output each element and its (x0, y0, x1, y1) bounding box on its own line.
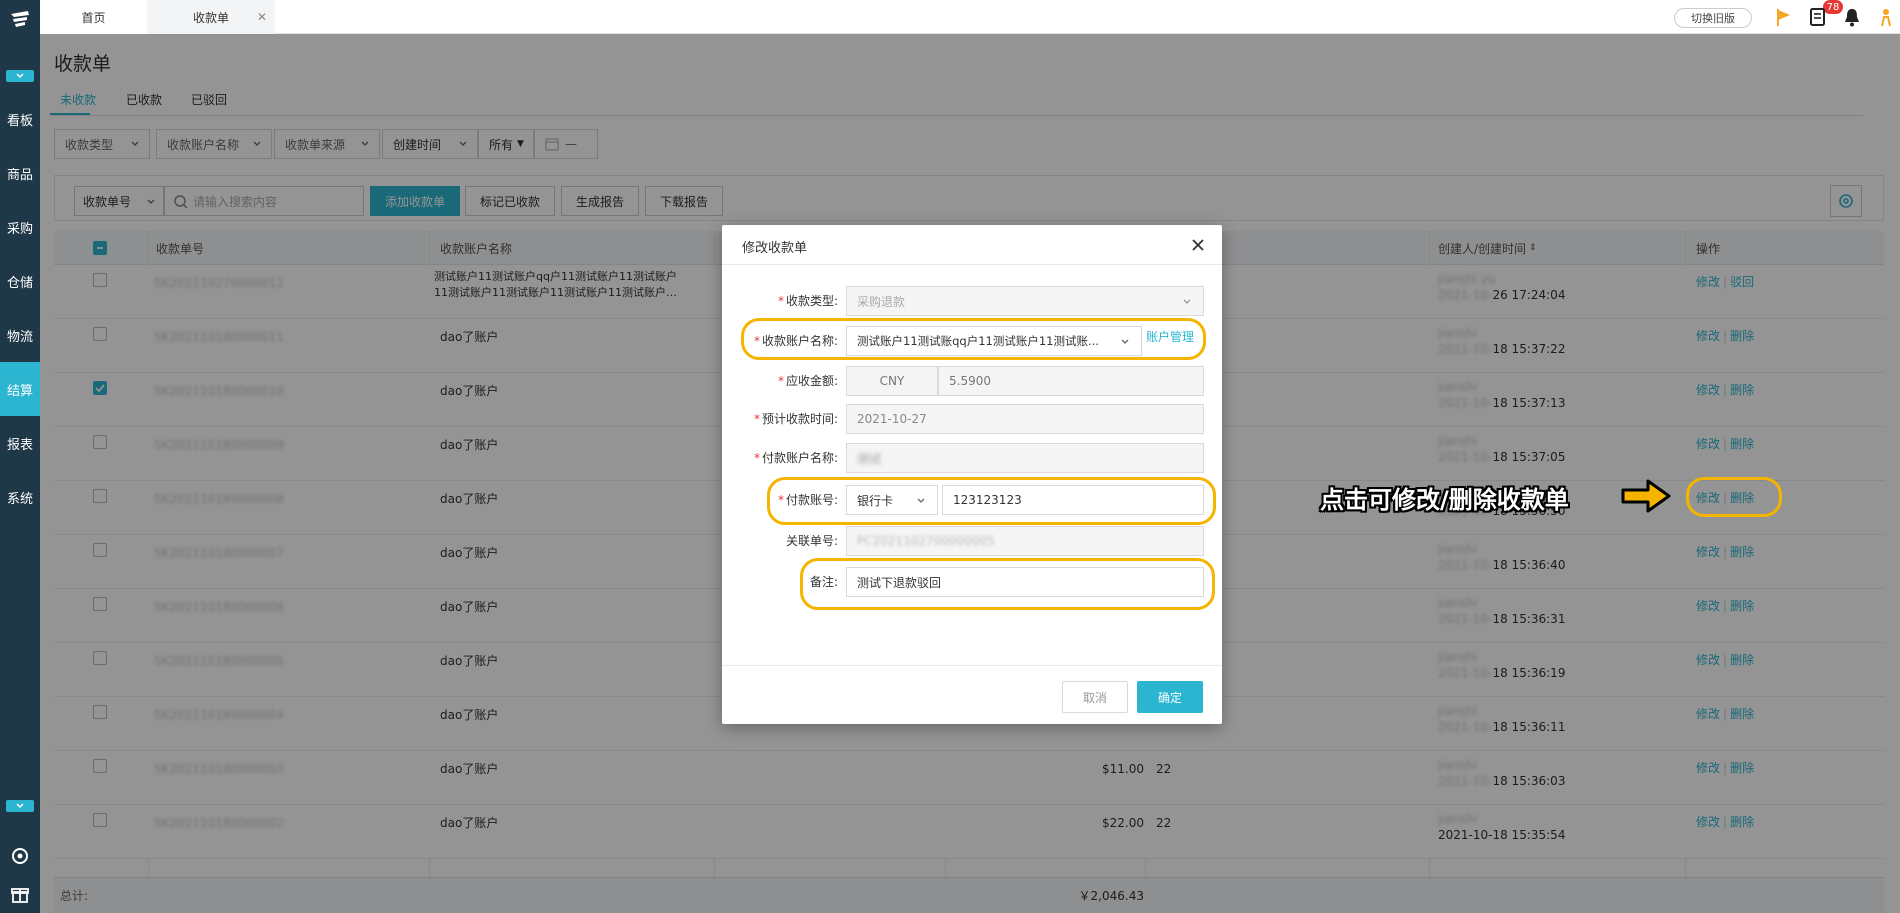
amount-label: * 应收金额: (777, 374, 838, 388)
sidebar-item-purchase[interactable]: 采购 (0, 200, 40, 254)
payer-name-value: 测试 (857, 451, 882, 466)
annotation-text: 点击可修改/删除收款单 (1320, 486, 1569, 514)
sidebar-item-system[interactable]: 系统 (0, 470, 40, 524)
payer-label: * 付款账户名称: (753, 451, 838, 465)
highlight-remark-field (800, 558, 1215, 610)
cancel-button[interactable]: 取消 (1062, 681, 1128, 713)
chevron-down-icon (16, 803, 24, 809)
arrow-right-icon (1621, 479, 1671, 513)
tab-receipts[interactable]: 收款单 ✕ (147, 0, 275, 34)
related-order-input: PC2021102700000005 (846, 526, 1204, 556)
close-icon[interactable] (1190, 237, 1206, 253)
chevron-down-icon (1183, 299, 1191, 304)
highlight-account-field (741, 318, 1206, 360)
highlight-payer-account-field (767, 477, 1216, 525)
user-icon[interactable] (1875, 6, 1897, 28)
type-label: * 收款类型: (777, 294, 838, 308)
confirm-button[interactable]: 确定 (1137, 681, 1203, 713)
type-label-text: 收款类型: (785, 294, 838, 308)
dialog-header: 修改收款单 (722, 225, 1222, 265)
amount-input: 5.5900 (938, 366, 1204, 396)
amount-label-text: 应收金额: (785, 374, 838, 388)
payer-name-input: 测试 (846, 443, 1204, 473)
related-label: 关联单号: (786, 532, 838, 549)
sidebar-item-logistics[interactable]: 物流 (0, 308, 40, 362)
edit-receipt-dialog: 修改收款单 * 收款类型: 采购退款 * 收款账户名称: 测试账户11测试账qq户1… (722, 225, 1222, 724)
logo-icon (11, 11, 29, 27)
tab-home[interactable]: 首页 (40, 0, 147, 34)
dialog-footer-divider (722, 665, 1222, 666)
receipt-type-value: 采购退款 (857, 294, 906, 309)
expected-date-input: 2021-10-27 (846, 404, 1204, 434)
tab-receipts-label: 收款单 (192, 10, 229, 25)
related-label-text: 关联单号: (785, 534, 838, 548)
gift-icon[interactable] (10, 884, 30, 904)
sidebar-item-settlement[interactable]: 结算 (0, 362, 40, 416)
payer-label-text: 付款账户名称: (761, 451, 838, 465)
flag-icon[interactable] (1773, 6, 1795, 28)
sidebar: 看板 商品 采购 仓储 物流 结算 报表 系统 (0, 0, 40, 913)
dialog-title: 修改收款单 (742, 241, 808, 256)
support-icon[interactable] (10, 846, 30, 866)
receipt-type-select: 采购退款 (846, 286, 1204, 316)
related-order-value: PC2021102700000005 (857, 534, 995, 548)
date-label: * 预计收款时间: (753, 412, 838, 426)
sidebar-item-dashboard[interactable]: 看板 (0, 92, 40, 146)
switch-old-version-button[interactable]: 切换旧版 (1674, 8, 1752, 28)
sidebar-item-warehouse[interactable]: 仓储 (0, 254, 40, 308)
close-icon[interactable]: ✕ (257, 10, 267, 24)
highlight-row-actions (1686, 477, 1782, 517)
sidebar-collapse-button[interactable] (6, 800, 34, 812)
sidebar-expand-button[interactable] (6, 70, 34, 82)
currency-select: CNY (846, 366, 938, 396)
top-bar: 首页 收款单 ✕ 切换旧版 78 (40, 0, 1900, 34)
sidebar-item-products[interactable]: 商品 (0, 146, 40, 200)
document-icon[interactable] (1807, 6, 1829, 28)
bell-icon[interactable] (1841, 6, 1863, 28)
chevron-down-icon (16, 73, 24, 79)
sidebar-item-reports[interactable]: 报表 (0, 416, 40, 470)
date-label-text: 预计收款时间: (761, 412, 838, 426)
